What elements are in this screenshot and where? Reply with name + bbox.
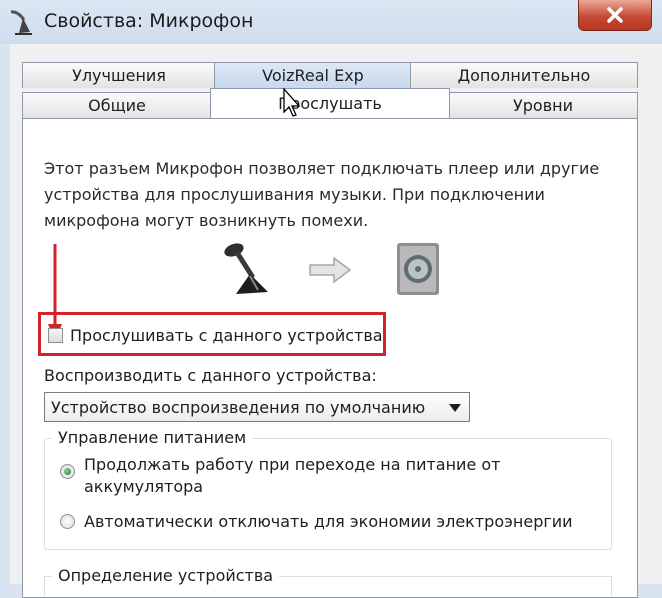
tab-advanced[interactable]: Дополнительно	[410, 62, 638, 88]
close-button[interactable]	[578, 0, 652, 31]
tab-listen[interactable]: Прослушать	[210, 88, 450, 118]
tab-enhancements[interactable]: Улучшения	[22, 62, 216, 88]
tab-voizreal-exp[interactable]: VoizReal Exp	[214, 62, 412, 88]
mouse-cursor-icon	[283, 88, 301, 117]
close-icon	[607, 7, 623, 23]
power-option-auto-off-radio[interactable]	[60, 514, 75, 529]
arrow-right-icon	[309, 256, 352, 284]
microphone-icon	[224, 243, 268, 294]
title-bar: Свойства: Микрофон	[0, 0, 662, 44]
power-group-title: Управление питанием	[52, 428, 253, 447]
power-option-auto-off-label[interactable]: Автоматически отключать для экономии эле…	[84, 512, 573, 531]
power-option-continue-label[interactable]: Продолжать работу при переходе на питани…	[84, 454, 524, 498]
playback-label: Воспроизводить с данного устройства:	[44, 366, 377, 385]
playback-device-value: Устройство воспроизведения по умолчанию	[51, 397, 426, 417]
annotation-highlight-box	[38, 312, 386, 356]
listen-description: Этот разъем Микрофон позволяет подключат…	[44, 159, 600, 230]
radio-selected-dot	[64, 468, 71, 475]
chevron-down-icon	[449, 404, 461, 412]
tab-levels[interactable]: Уровни	[448, 92, 638, 118]
power-option-continue-radio[interactable]	[60, 464, 75, 479]
microphone-icon	[10, 10, 32, 35]
window-title: Свойства: Микрофон	[44, 10, 254, 32]
speaker-icon	[397, 243, 439, 295]
playback-device-select[interactable]: Устройство воспроизведения по умолчанию	[44, 392, 470, 422]
detection-group-title: Определение устройства	[52, 566, 280, 585]
tab-general[interactable]: Общие	[22, 92, 212, 118]
